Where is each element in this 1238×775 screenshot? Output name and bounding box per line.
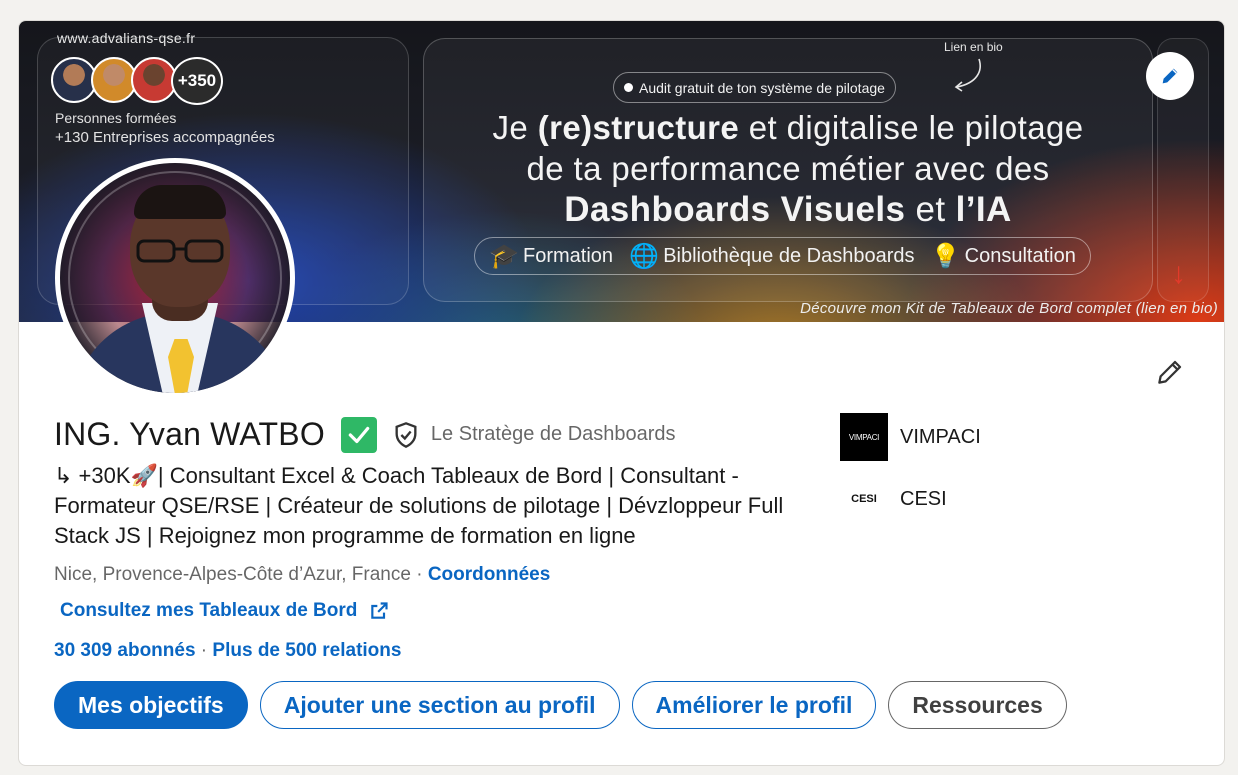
feature-label: Bibliothèque de Dashboards [663, 244, 915, 267]
curved-arrow-icon [954, 58, 981, 92]
name-row: ING. Yvan WATBO Le Stratège de Dashboard… [54, 416, 676, 453]
website-label: Consultez mes Tableaux de Bord [60, 600, 358, 621]
pencil-icon [1158, 360, 1182, 384]
resources-button[interactable]: Ressources [888, 681, 1067, 729]
profile-name: ING. Yvan WATBO [54, 416, 325, 452]
cesi-logo-text: CESI [851, 493, 877, 505]
banner-headline-line2: de ta performance métier avec des [526, 150, 1050, 187]
separator: · [195, 640, 213, 661]
org-item-vimpaci[interactable]: VIMPACI VIMPACI [840, 413, 981, 461]
profile-photo[interactable] [55, 158, 295, 398]
banner-lien-bio: Lien en bio [944, 40, 1003, 54]
banner-caption: Découvre mon Kit de Tableaux de Bord com… [800, 300, 1218, 317]
external-link-icon [371, 602, 388, 619]
banner-feature-pill: 🎓 Formation 🌐 Bibliothèque de Dashboards 💡… [474, 237, 1091, 275]
shield-icon [395, 421, 417, 448]
banner-audit-pill: Audit gratuit de ton système de pilotage [613, 72, 896, 103]
lightbulb-icon: 💡 [930, 242, 961, 270]
headline-text: et [905, 190, 956, 229]
profile-card: www.advalians-qse.fr +350 Personnes form… [18, 20, 1225, 766]
down-arrow-icon: ↓ [1171, 257, 1186, 290]
feature-label: Formation [523, 244, 614, 267]
bullet-icon [624, 83, 633, 92]
network-stats: 30 309 abonnés · Plus de 500 relations [54, 640, 401, 662]
website-link[interactable]: Consultez mes Tableaux de Bord [60, 600, 389, 622]
banner-site-url: www.advalians-qse.fr [57, 30, 196, 46]
org-item-cesi[interactable]: CESI CESI [840, 475, 981, 523]
verification-shield-button[interactable] [391, 420, 421, 450]
feature-library: 🌐 Bibliothèque de Dashboards [629, 242, 914, 271]
contact-info-link[interactable]: Coordonnées [428, 564, 550, 585]
cesi-logo: CESI [840, 475, 888, 523]
check-icon [348, 426, 370, 443]
headline-text: et digitalise le pilotage [739, 109, 1084, 146]
banner-headline-line3: Dashboards Visuels et l’IA [423, 189, 1153, 230]
headline-text: Je [492, 109, 538, 146]
separator: · [410, 564, 428, 585]
vimpaci-logo: VIMPACI [840, 413, 888, 461]
edit-intro-button[interactable] [1152, 354, 1188, 390]
connections-link[interactable]: Plus de 500 relations [212, 640, 401, 661]
profile-actions: Mes objectifs Ajouter une section au pro… [54, 681, 1067, 729]
banner-audit-text: Audit gratuit de ton système de pilotage [639, 79, 885, 96]
org-name: VIMPACI [900, 425, 981, 448]
globe-icon: 🌐 [629, 242, 660, 270]
location-row: Nice, Provence-Alpes-Côte d’Azur, France… [54, 564, 550, 586]
feature-formation: 🎓 Formation [489, 242, 613, 271]
banner-trained-label: Personnes formées [55, 110, 177, 126]
banner-avatar-count: +350 [171, 57, 223, 105]
pencil-icon [1162, 68, 1178, 84]
banner-companies-label: +130 Entreprises accompagnées [55, 129, 275, 146]
profile-tagline-badge: Le Stratège de Dashboards [430, 423, 676, 445]
graduation-cap-icon: 🎓 [489, 242, 520, 270]
experience-education-list: VIMPACI VIMPACI CESI CESI [840, 413, 981, 537]
edit-banner-button[interactable] [1146, 52, 1194, 100]
profile-location: Nice, Provence-Alpes-Côte d’Azur, France [54, 564, 411, 585]
enhance-profile-button[interactable]: Améliorer le profil [631, 681, 877, 729]
headline-bold: l’IA [955, 190, 1012, 229]
banner-avatar-stack: +350 [51, 57, 251, 105]
banner-headline-line1: Je (re)structure et digitalise le pilota… [423, 107, 1153, 148]
verified-badge[interactable] [340, 416, 377, 453]
headline-bold: Dashboards Visuels [564, 190, 906, 229]
headline-bold: (re)structure [537, 109, 740, 146]
my-goals-button[interactable]: Mes objectifs [54, 681, 248, 729]
banner-stats: Personnes formées +130 Entreprises accom… [55, 109, 275, 147]
feature-label: Consultation [964, 244, 1076, 267]
org-name: CESI [900, 487, 947, 510]
followers-link[interactable]: 30 309 abonnés [54, 640, 196, 661]
add-profile-section-button[interactable]: Ajouter une section au profil [259, 681, 620, 729]
profile-headline: ↳ +30K🚀| Consultant Excel & Coach Tablea… [54, 463, 784, 548]
feature-consultation: 💡 Consultation [931, 242, 1076, 271]
glasses-icon [136, 239, 224, 263]
photo-hair [134, 185, 226, 219]
banner-headline: Je (re)structure et digitalise le pilota… [423, 107, 1153, 230]
